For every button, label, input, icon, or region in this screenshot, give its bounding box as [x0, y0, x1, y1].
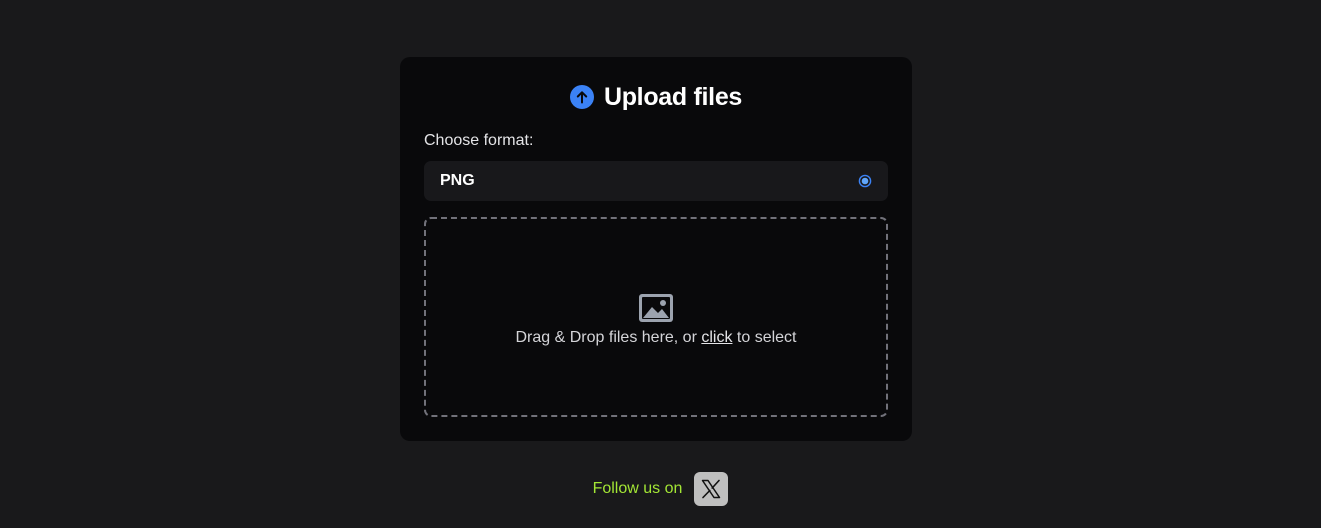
image-icon: [639, 294, 673, 322]
footer: Follow us on: [0, 472, 1321, 506]
follow-us-text: Follow us on: [592, 480, 683, 497]
dropzone-text-before: Drag & Drop files here, or: [515, 329, 702, 346]
x-logo-icon: [702, 479, 721, 499]
format-select[interactable]: PNG: [424, 161, 888, 201]
dropzone-text-after: to select: [732, 329, 797, 346]
page-title: Upload files: [603, 82, 743, 111]
radio-selected-icon: [858, 174, 872, 188]
click-to-select-link[interactable]: click: [701, 329, 732, 346]
format-select-value: PNG: [440, 172, 475, 189]
format-label: Choose format:: [424, 132, 534, 149]
upload-header: Upload files: [400, 81, 912, 113]
upload-card: Upload files Choose format: PNG Drag & D…: [400, 57, 912, 441]
x-social-button[interactable]: [694, 472, 729, 506]
file-dropzone[interactable]: Drag & Drop files here, or click to sele…: [424, 217, 888, 417]
dropzone-text: Drag & Drop files here, or click to sele…: [516, 329, 797, 347]
arrow-up-circle-icon: [569, 85, 594, 109]
